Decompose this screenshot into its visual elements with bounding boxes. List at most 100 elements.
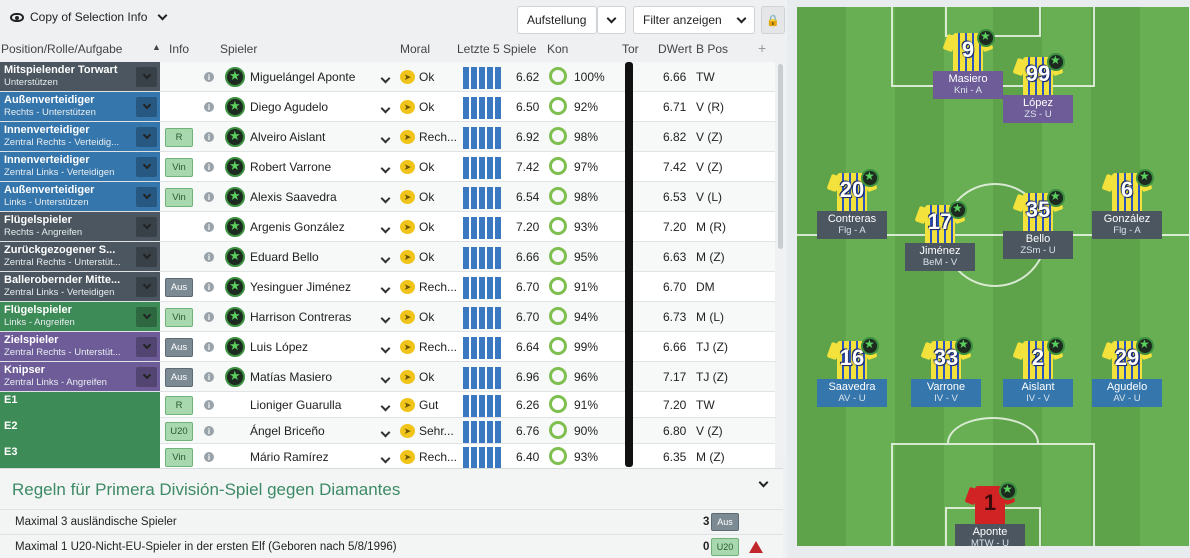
table-row[interactable]: E1 Ri Lioniger Guarulla ➤ Gut 6.26 91% 7.20 TW xyxy=(0,392,775,418)
position-cell[interactable]: Mitspielender Torwart Unterstützen xyxy=(0,62,160,91)
player-label[interactable]: Bello ZSm - U xyxy=(1003,231,1073,259)
col-bpos[interactable]: B Pos xyxy=(696,42,728,56)
player-name[interactable]: Luis López xyxy=(250,340,308,354)
position-dropdown[interactable] xyxy=(136,307,157,327)
player-name[interactable]: Lioniger Guarulla xyxy=(250,398,341,412)
table-row[interactable]: E2 U20 i Ángel Briceño ➤ Sehr... 6.76 90% 6.80 V… xyxy=(0,418,775,444)
chevron-down-icon[interactable] xyxy=(758,477,769,488)
player-name[interactable]: Eduard Bello xyxy=(250,250,319,264)
player-dropdown[interactable] xyxy=(380,71,391,85)
player-shirt[interactable]: 16 xyxy=(826,337,879,383)
col-spieler[interactable]: Spieler xyxy=(220,42,257,56)
player-label[interactable]: Masiero Kni - A xyxy=(933,71,1003,99)
position-dropdown[interactable] xyxy=(136,337,157,357)
info-icon[interactable]: i xyxy=(204,372,214,382)
player-dropdown[interactable] xyxy=(380,311,391,325)
player-dropdown[interactable] xyxy=(380,101,391,115)
table-row[interactable]: Zielspieler Zentral Rechts - Unterstüt..… xyxy=(0,332,775,362)
position-cell[interactable]: Knipser Zentral Links - Angreifen xyxy=(0,362,160,391)
info-icon[interactable]: i xyxy=(204,282,214,292)
player-shirt[interactable]: 2 xyxy=(1012,337,1065,383)
player-dropdown[interactable] xyxy=(380,161,391,175)
col-info[interactable]: Info xyxy=(169,42,189,56)
view-selector[interactable]: Copy of Selection Info xyxy=(10,10,168,24)
position-cell[interactable]: Innenverteidiger Zentral Rechts - Vertei… xyxy=(0,122,160,151)
position-dropdown[interactable] xyxy=(136,247,157,267)
position-dropdown[interactable] xyxy=(136,187,157,207)
info-icon[interactable]: i xyxy=(204,312,214,322)
col-dwert[interactable]: DWert xyxy=(658,42,692,56)
position-cell[interactable]: Flügelspieler Rechts - Angreifen xyxy=(0,212,160,241)
position-dropdown[interactable] xyxy=(136,217,157,237)
info-icon[interactable]: i xyxy=(204,222,214,232)
player-label[interactable]: Aponte MTW - U xyxy=(955,524,1025,546)
player-dropdown[interactable] xyxy=(380,251,391,265)
col-kon[interactable]: Kon xyxy=(547,42,568,56)
position-dropdown[interactable] xyxy=(136,367,157,387)
table-row[interactable]: Zurückgezogener S... Zentral Rechts - Un… xyxy=(0,242,775,272)
position-cell[interactable]: Außenverteidiger Rechts - Unterstützen xyxy=(0,92,160,121)
info-icon[interactable]: i xyxy=(204,72,214,82)
position-dropdown[interactable] xyxy=(136,127,157,147)
info-icon[interactable]: i xyxy=(204,192,214,202)
table-row[interactable]: Außenverteidiger Rechts - Unterstützen i… xyxy=(0,92,775,122)
player-dropdown[interactable] xyxy=(380,131,391,145)
position-cell[interactable]: Außenverteidiger Links - Unterstützen xyxy=(0,182,160,211)
col-tor[interactable]: Tor xyxy=(622,42,639,56)
info-icon[interactable]: i xyxy=(204,162,214,172)
player-shirt[interactable]: 33 xyxy=(920,337,973,383)
player-name[interactable]: Miguelángel Aponte xyxy=(250,70,355,84)
position-cell[interactable]: Flügelspieler Links - Angreifen xyxy=(0,302,160,331)
player-dropdown[interactable] xyxy=(380,451,391,465)
position-dropdown[interactable] xyxy=(136,67,157,87)
player-name[interactable]: Mário Ramírez xyxy=(250,450,329,464)
player-label[interactable]: Varrone IV - V xyxy=(911,379,981,407)
player-name[interactable]: Alexis Saavedra xyxy=(250,190,337,204)
position-dropdown[interactable] xyxy=(136,157,157,177)
player-name[interactable]: Matías Masiero xyxy=(250,370,332,384)
table-row[interactable]: E3 Vin i Mário Ramírez ➤ Rech... 6.40 93% 6.35 M… xyxy=(0,444,775,470)
info-icon[interactable]: i xyxy=(204,426,214,436)
player-shirt[interactable]: 6 xyxy=(1101,169,1154,215)
player-dropdown[interactable] xyxy=(380,341,391,355)
position-dropdown[interactable] xyxy=(136,97,157,117)
info-icon[interactable]: i xyxy=(204,252,214,262)
player-dropdown[interactable] xyxy=(380,221,391,235)
table-row[interactable]: Innenverteidiger Zentral Links - Verteid… xyxy=(0,152,775,182)
player-label[interactable]: Saavedra AV - U xyxy=(817,379,887,407)
add-column-button[interactable]: + xyxy=(758,40,766,56)
player-shirt[interactable]: 99 xyxy=(1012,53,1065,99)
lock-button[interactable]: 🔒 xyxy=(761,6,785,34)
scrollbar-thumb[interactable] xyxy=(778,64,783,249)
player-label[interactable]: Contreras Flg - A xyxy=(817,211,887,239)
player-label[interactable]: Agudelo AV - U xyxy=(1092,379,1162,407)
player-name[interactable]: Harrison Contreras xyxy=(250,310,351,324)
position-dropdown[interactable] xyxy=(136,277,157,297)
position-cell[interactable]: Zielspieler Zentral Rechts - Unterstüt..… xyxy=(0,332,160,361)
player-label[interactable]: Jiménez BeM - V xyxy=(905,243,975,271)
player-dropdown[interactable] xyxy=(380,281,391,295)
sort-up-icon[interactable]: ▲ xyxy=(152,42,161,52)
table-row[interactable]: Mitspielender Torwart Unterstützen i Migu… xyxy=(0,62,775,92)
player-name[interactable]: Diego Agudelo xyxy=(250,100,328,114)
player-name[interactable]: Yesinguer Jiménez xyxy=(250,280,351,294)
position-cell[interactable]: Innenverteidiger Zentral Links - Verteid… xyxy=(0,152,160,181)
aufstellung-dropdown[interactable] xyxy=(597,6,626,34)
player-shirt[interactable]: 1 xyxy=(964,482,1017,528)
player-dropdown[interactable] xyxy=(380,191,391,205)
player-label[interactable]: González Flg - A xyxy=(1092,211,1162,239)
player-dropdown[interactable] xyxy=(380,399,391,413)
player-label[interactable]: Aislant IV - V xyxy=(1003,379,1073,407)
col-position[interactable]: Position/Rolle/Aufgabe xyxy=(1,42,122,56)
player-name[interactable]: Robert Varrone xyxy=(250,160,331,174)
player-shirt[interactable]: 20 xyxy=(826,169,879,215)
aufstellung-button[interactable]: Aufstellung xyxy=(517,6,597,34)
table-row[interactable]: Flügelspieler Links - Angreifen Vin i Harr… xyxy=(0,302,775,332)
table-row[interactable]: Außenverteidiger Links - Unterstützen Vi… xyxy=(0,182,775,212)
position-cell[interactable]: E2 xyxy=(0,418,160,444)
col-moral[interactable]: Moral xyxy=(400,42,430,56)
player-shirt[interactable]: 35 xyxy=(1012,189,1065,235)
player-name[interactable]: Ángel Briceño xyxy=(250,424,325,438)
player-shirt[interactable]: 17 xyxy=(914,201,967,247)
col-form[interactable]: Letzte 5 Spiele xyxy=(457,42,536,56)
